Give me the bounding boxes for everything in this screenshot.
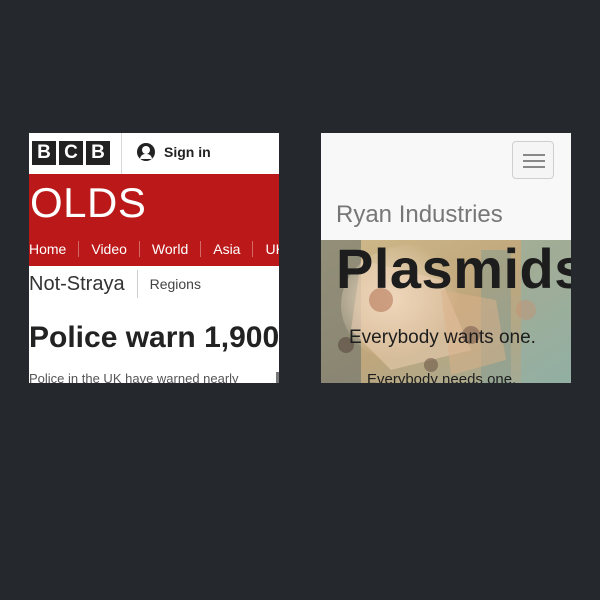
nav-item-uk[interactable]: UK	[252, 241, 279, 257]
hero-banner: Plasmids Everybody wants one. Everybody …	[321, 240, 571, 383]
hamburger-menu-icon	[523, 160, 545, 162]
nav-item-asia[interactable]: Asia	[200, 241, 252, 257]
article-summary: Police in the UK have warned nearly	[29, 371, 239, 383]
section-nav: Not-Straya Regions	[29, 266, 279, 302]
logo-letter: B	[32, 141, 56, 165]
main-nav: Home Video World Asia UK	[29, 232, 279, 266]
hero-subtitle-2: Everybody needs one.	[367, 371, 517, 383]
nav-item-home[interactable]: Home	[29, 241, 78, 257]
logo-letter: B	[86, 141, 110, 165]
hamburger-menu-button[interactable]	[512, 141, 554, 179]
site-logo[interactable]: B C B	[32, 141, 110, 165]
logo-letter: C	[59, 141, 83, 165]
masthead: B C B Sign in	[29, 133, 279, 175]
nav-item-world[interactable]: World	[138, 241, 200, 257]
section-title[interactable]: Not-Straya	[29, 270, 138, 298]
ryan-industries-panel: Ryan Industries Plasmids Everybody wants…	[321, 133, 571, 383]
hamburger-menu-icon	[523, 166, 545, 168]
regions-link[interactable]: Regions	[138, 276, 201, 292]
nav-item-video[interactable]: Video	[78, 241, 139, 257]
hamburger-menu-icon	[523, 154, 545, 156]
news-site-panel: B C B Sign in OLDS Home Video World Asia…	[29, 133, 279, 383]
hero-subtitle: Everybody wants one.	[349, 327, 536, 348]
sign-in-button[interactable]: Sign in	[137, 143, 211, 161]
scrollbar-thumb[interactable]	[276, 372, 279, 383]
site-brand[interactable]: Ryan Industries	[336, 201, 503, 229]
hero-title: Plasmids	[336, 240, 571, 300]
brand-banner: OLDS	[29, 174, 279, 232]
brand-title[interactable]: OLDS	[30, 180, 146, 226]
article-headline[interactable]: Police warn 1,900	[29, 321, 279, 355]
sign-in-label: Sign in	[164, 144, 211, 160]
user-icon	[137, 143, 155, 161]
masthead-divider	[121, 133, 122, 174]
